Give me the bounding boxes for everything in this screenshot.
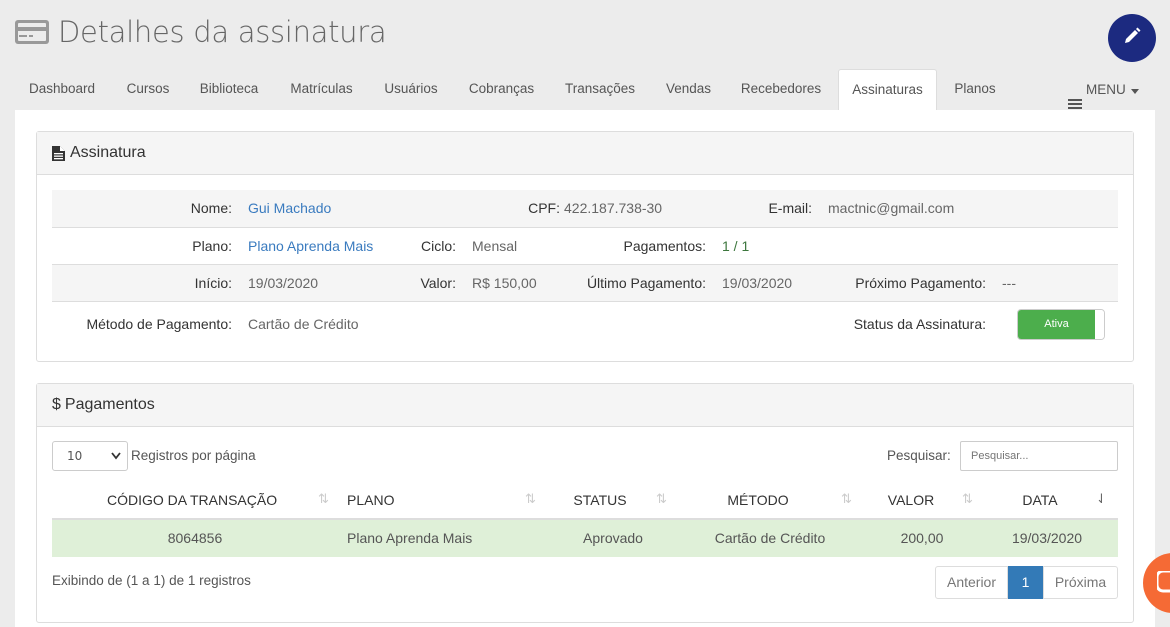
cell-valor: 200,00 (900, 530, 944, 546)
sort-desc-icon[interactable]: ⇃ (1096, 482, 1107, 518)
info-row: Método de Pagamento: Cartão de Crédito S… (52, 301, 1118, 346)
ultimo-pagamento-label: Último Pagamento: (586, 275, 706, 291)
chevron-down-icon (111, 442, 121, 481)
pagamentos-count: 1 / 1 (722, 238, 750, 254)
hamburger-icon (1068, 85, 1082, 109)
tab-cursos[interactable]: Cursos (112, 69, 184, 110)
info-row: Início: 19/03/2020 Valor: R$ 150,00 Últi… (52, 264, 1118, 301)
inicio-value: 19/03/2020 (248, 275, 319, 291)
status-label: Status da Assinatura: (853, 316, 986, 332)
col-header-valor[interactable]: VALOR (882, 482, 940, 518)
page-size-label: Registros por página (131, 448, 256, 463)
page-title: Detalhes da assinatura (58, 15, 387, 49)
info-row: Plano: Plano Aprenda Mais Ciclo: Mensal … (52, 227, 1118, 264)
col-header-data[interactable]: DATA (1016, 482, 1064, 518)
cell-status: Aprovado (583, 530, 643, 546)
cell-codigo: 8064856 (167, 530, 223, 546)
search-input[interactable] (960, 441, 1118, 471)
metodo-label: Método de Pagamento: (86, 316, 232, 332)
sort-icon[interactable]: ⇅ (841, 482, 852, 518)
col-header-metodo[interactable]: MÉTODO (717, 482, 799, 518)
plano-link[interactable]: Plano Aprenda Mais (248, 228, 373, 264)
toggle-knob (1095, 310, 1104, 339)
menu-dropdown[interactable]: MENU (1068, 69, 1139, 110)
cpf-value: 422.187.738-30 (564, 200, 663, 216)
table-row[interactable]: 8064856 Plano Aprenda Mais Aprovado Cart… (52, 520, 1118, 557)
tab-usuarios[interactable]: Usuários (371, 69, 451, 110)
valor-value: R$ 150,00 (472, 275, 537, 291)
payments-panel-heading: $ Pagamentos (37, 384, 1133, 427)
page-header: Detalhes da assinatura (14, 12, 387, 52)
email-label: E-mail: (768, 200, 812, 216)
sort-icon[interactable]: ⇅ (525, 482, 536, 518)
pagination-next[interactable]: Próxima (1043, 566, 1118, 599)
status-toggle[interactable]: Ativa (1017, 309, 1105, 340)
email-value: mactnic@gmail.com (828, 200, 955, 216)
pencil-icon (1122, 26, 1142, 50)
plano-label: Plano: (192, 238, 232, 254)
metodo-value: Cartão de Crédito (248, 316, 359, 332)
tab-cobrancas[interactable]: Cobranças (454, 69, 549, 110)
chat-icon (1155, 569, 1170, 599)
proximo-pagamento-value: --- (1002, 275, 1016, 291)
content-area: Assinatura Nome: Gui Machado CPF: 422.18… (15, 110, 1155, 627)
file-text-icon (52, 145, 65, 161)
ciclo-label: Ciclo: (420, 238, 456, 254)
pagination-page-1[interactable]: 1 (1008, 566, 1043, 599)
cell-plano: Plano Aprenda Mais (347, 530, 473, 546)
payments-panel-title: Pagamentos (64, 396, 155, 413)
payments-panel: $ Pagamentos 10 Registros por página Pes… (36, 383, 1134, 623)
sort-icon[interactable]: ⇅ (318, 482, 329, 518)
cell-data: 19/03/2020 (1011, 530, 1083, 546)
tab-biblioteca[interactable]: Biblioteca (186, 69, 272, 110)
nome-label: Nome: (190, 200, 232, 216)
tab-assinaturas[interactable]: Assinaturas (838, 69, 937, 111)
sort-icon[interactable]: ⇅ (656, 482, 667, 518)
inicio-label: Início: (194, 275, 232, 291)
info-row: Nome: Gui Machado CPF: 422.187.738-30 E-… (52, 190, 1118, 227)
dollar-icon: $ (52, 396, 61, 413)
pagamentos-label: Pagamentos: (623, 238, 707, 254)
cell-metodo: Cartão de Crédito (714, 530, 826, 546)
tab-transacoes[interactable]: Transações (551, 69, 649, 110)
col-header-codigo[interactable]: CÓDIGO DA TRANSAÇÃO (107, 482, 277, 518)
proximo-pagamento-label: Próximo Pagamento: (855, 275, 986, 291)
valor-label: Valor: (420, 275, 456, 291)
tab-planos[interactable]: Planos (940, 69, 1010, 110)
caret-down-icon (1130, 70, 1139, 110)
menu-label: MENU (1086, 81, 1126, 97)
ultimo-pagamento-value: 19/03/2020 (722, 275, 793, 291)
tab-matriculas[interactable]: Matrículas (275, 69, 368, 110)
credit-card-icon (14, 18, 50, 46)
cpf-label: CPF: (528, 200, 560, 216)
search-label: Pesquisar: (887, 448, 951, 463)
nome-link[interactable]: Gui Machado (248, 190, 331, 226)
subscription-panel-heading: Assinatura (37, 132, 1133, 175)
page-size-value: 10 (67, 449, 83, 463)
tab-vendas[interactable]: Vendas (652, 69, 725, 110)
table-summary: Exibindo de (1 a 1) de 1 registros (52, 573, 251, 588)
page-size-select[interactable]: 10 (52, 441, 128, 471)
subscription-panel-title: Assinatura (70, 144, 146, 161)
status-toggle-on-label: Ativa (1018, 310, 1095, 339)
col-header-status[interactable]: STATUS (567, 482, 633, 518)
tab-recebedores[interactable]: Recebedores (727, 69, 835, 110)
tab-dashboard[interactable]: Dashboard (14, 69, 110, 110)
edit-button[interactable] (1108, 14, 1156, 62)
ciclo-value: Mensal (472, 238, 518, 254)
subscription-panel: Assinatura Nome: Gui Machado CPF: 422.18… (36, 131, 1134, 362)
col-header-plano[interactable]: PLANO (347, 482, 394, 518)
sort-icon[interactable]: ⇅ (962, 482, 973, 518)
pagination-prev[interactable]: Anterior (935, 566, 1008, 599)
main-nav: Dashboard Cursos Biblioteca Matrículas U… (0, 69, 1170, 111)
